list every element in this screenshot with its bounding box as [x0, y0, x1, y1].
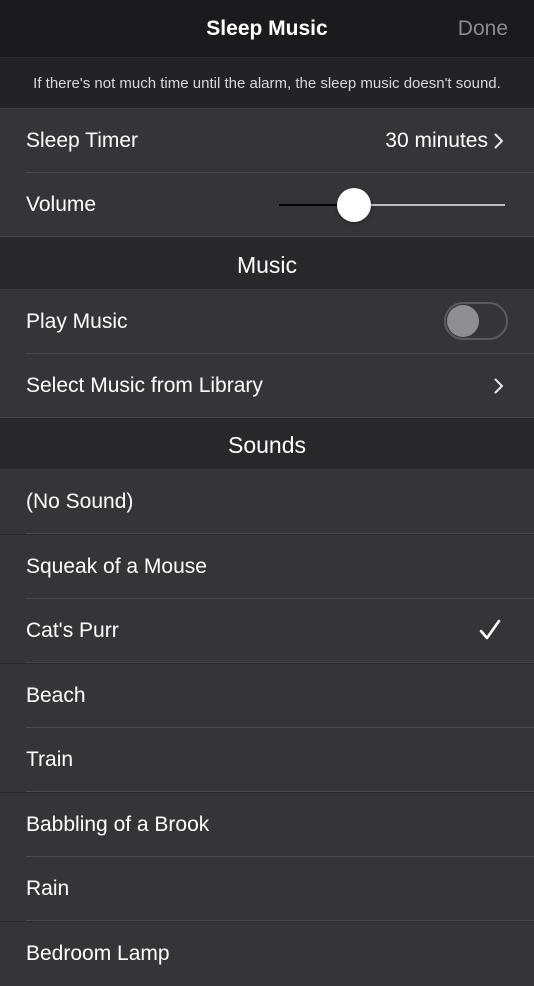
- sound-item-label: Train: [26, 748, 74, 771]
- alarm-notice: If there's not much time until the alarm…: [0, 58, 534, 109]
- sound-item[interactable]: Beach: [0, 664, 534, 728]
- music-section-header: Music: [0, 238, 534, 290]
- sleep-timer-value: 30 minutes: [385, 129, 488, 152]
- sound-item[interactable]: Rain: [0, 857, 534, 921]
- chevron-right-icon: [494, 133, 503, 149]
- sound-item[interactable]: Squeak of a Mouse: [0, 535, 534, 599]
- sound-item-label: Cat's Purr: [26, 619, 119, 642]
- sound-item-label: Bedroom Lamp: [26, 942, 170, 965]
- toggle-knob: [447, 305, 479, 337]
- sound-item[interactable]: Babbling of a Brook: [0, 793, 534, 857]
- volume-slider[interactable]: [279, 188, 505, 222]
- done-button[interactable]: Done: [458, 0, 508, 57]
- sound-item[interactable]: (No Sound): [0, 470, 534, 534]
- sound-item[interactable]: Bedroom Lamp: [0, 922, 534, 986]
- sound-item-label: Babbling of a Brook: [26, 813, 210, 836]
- divider: [26, 791, 534, 792]
- sound-item-label: Beach: [26, 684, 86, 707]
- navigation-bar: Sleep Music Done: [0, 0, 534, 58]
- volume-label: Volume: [26, 193, 97, 216]
- play-music-toggle[interactable]: [444, 302, 508, 340]
- sleep-timer-label: Sleep Timer: [26, 129, 139, 152]
- divider: [26, 533, 534, 534]
- play-music-row: Play Music: [0, 290, 534, 354]
- divider: [26, 920, 534, 921]
- sounds-section-header: Sounds: [0, 418, 534, 470]
- sound-item-label: Rain: [26, 877, 70, 900]
- divider: [0, 236, 534, 237]
- page-title: Sleep Music: [206, 17, 328, 40]
- divider: [26, 662, 534, 663]
- checkmark-icon: [479, 619, 501, 640]
- select-music-library-row[interactable]: Select Music from Library: [0, 354, 534, 418]
- sleep-timer-row[interactable]: Sleep Timer 30 minutes: [0, 109, 534, 173]
- sound-item[interactable]: Train: [0, 728, 534, 792]
- select-music-library-label: Select Music from Library: [26, 374, 263, 397]
- play-music-label: Play Music: [26, 310, 128, 333]
- chevron-right-icon: [494, 378, 503, 394]
- sound-item-selected[interactable]: Cat's Purr: [0, 599, 534, 663]
- sound-item-label: (No Sound): [26, 490, 134, 513]
- sound-item-label: Squeak of a Mouse: [26, 555, 207, 578]
- alarm-notice-text: If there's not much time until the alarm…: [33, 74, 501, 92]
- volume-slider-thumb[interactable]: [336, 188, 371, 222]
